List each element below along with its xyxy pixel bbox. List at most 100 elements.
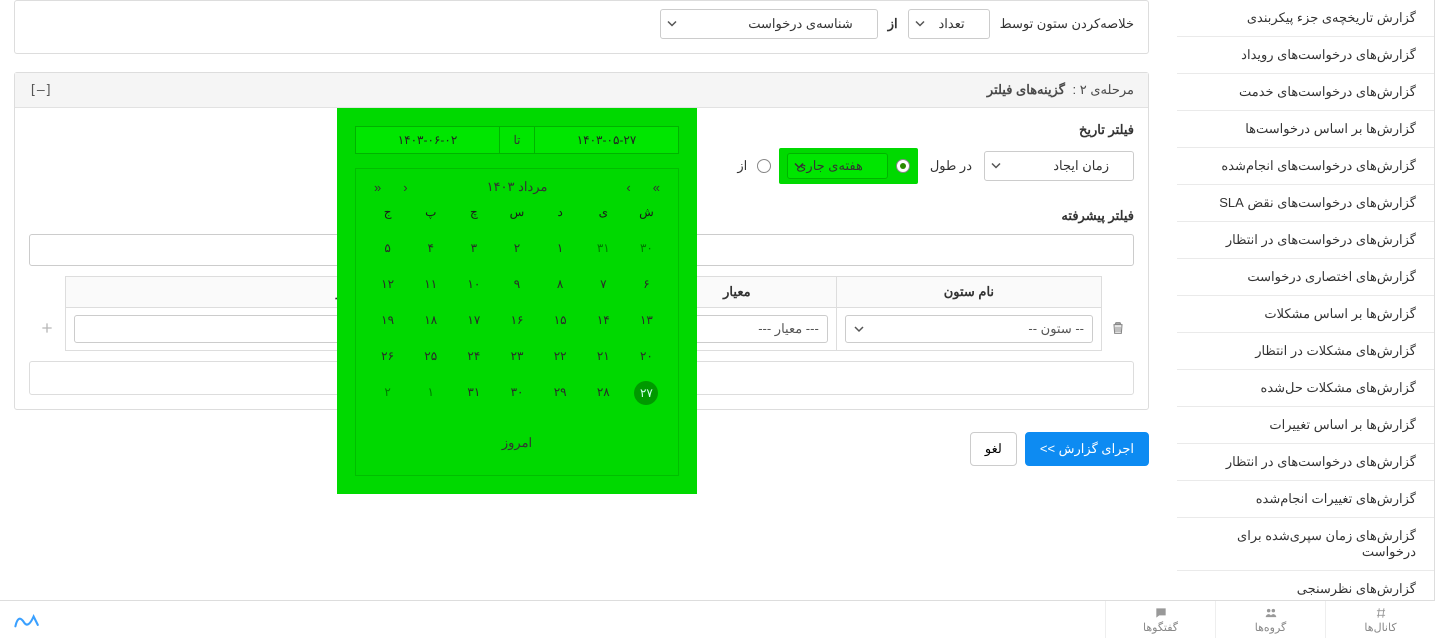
calendar-day[interactable]: ۱۷ <box>452 309 495 331</box>
calendar-day[interactable]: ۱۳ <box>625 309 668 331</box>
calendar-day[interactable]: ۳۱ <box>452 381 495 403</box>
bottom-tab-groups[interactable]: گروه‌ها <box>1215 601 1325 638</box>
calendar-day[interactable]: ۲۰ <box>625 345 668 367</box>
sidebar-item[interactable]: گزارش‌ها بر اساس درخواست‌ها <box>1177 111 1434 148</box>
calendar-day[interactable]: ۱۶ <box>495 309 538 331</box>
radio-during[interactable] <box>896 159 910 173</box>
bottom-bar: کانال‌ها گروه‌ها گفتگوها <box>0 600 1435 638</box>
calendar-day[interactable]: ۷ <box>582 273 625 295</box>
calendar-day[interactable]: ۴ <box>409 237 452 259</box>
range-start[interactable]: ۱۴۰۳-۰۵-۲۷ <box>534 126 679 154</box>
cancel-button[interactable]: لغو <box>970 432 1017 466</box>
calendar-day[interactable]: ۹ <box>495 273 538 295</box>
calendar-dow: پ <box>409 205 452 223</box>
calendar-day[interactable]: ۱۰ <box>452 273 495 295</box>
calendar-day[interactable]: ۱۸ <box>409 309 452 331</box>
calendar-dow: ج <box>366 205 409 223</box>
bottom-tab-channels[interactable]: کانال‌ها <box>1325 601 1435 638</box>
calendar-dow: ی <box>582 205 625 223</box>
today-button[interactable]: امروز <box>356 405 678 465</box>
from-option[interactable]: از <box>733 158 771 174</box>
sidebar-item[interactable]: گزارش‌های درخواست‌های در انتظار <box>1177 222 1434 259</box>
from-label: از <box>733 158 751 174</box>
hash-icon <box>1374 606 1388 620</box>
prev-year-icon[interactable]: « <box>368 180 387 195</box>
summarize-panel: خلاصه‌کردن ستون توسط تعداد از شناسه‌ی در… <box>14 0 1149 54</box>
sidebar-item[interactable]: گزارش تاریخچه‌ی جزء پیکربندی <box>1177 0 1434 37</box>
calendar-day[interactable]: ۶ <box>625 273 668 295</box>
calendar-day[interactable]: ۲ <box>366 381 409 403</box>
chat-icon <box>1154 606 1168 620</box>
calendar-day[interactable]: ۲۵ <box>409 345 452 367</box>
summarize-label: خلاصه‌کردن ستون توسط <box>996 16 1138 32</box>
summarize-count-select[interactable]: تعداد <box>908 9 990 39</box>
calendar-day[interactable]: ۱ <box>539 237 582 259</box>
calendar-dow: چ <box>452 205 495 223</box>
calendar-day[interactable]: ۲۴ <box>452 345 495 367</box>
calendar-day[interactable]: ۲۹ <box>539 381 582 403</box>
sidebar-item[interactable]: گزارش‌ها بر اساس مشکلات <box>1177 296 1434 333</box>
sidebar-item[interactable]: گزارش‌های اختصاری درخواست <box>1177 259 1434 296</box>
summarize-column-select[interactable]: شناسه‌ی درخواست <box>660 9 878 39</box>
calendar-dow: ش <box>625 205 668 223</box>
sidebar-item[interactable]: گزارش‌های درخواست‌های خدمت <box>1177 74 1434 111</box>
summarize-of-label: از <box>884 16 902 32</box>
calendar-day[interactable]: ۱۱ <box>409 273 452 295</box>
next-year-icon[interactable]: » <box>647 180 666 195</box>
date-field-select[interactable]: زمان ایجاد <box>984 151 1134 181</box>
bottom-tab-chats[interactable]: گفتگوها <box>1105 601 1215 638</box>
sidebar-item[interactable]: گزارش‌های درخواست‌های نقض SLA <box>1177 185 1434 222</box>
prev-month-icon[interactable]: ‹ <box>397 180 413 195</box>
calendar-day[interactable]: ۱۹ <box>366 309 409 331</box>
calendar-day[interactable]: ۲۷ <box>634 381 658 405</box>
step2-header: مرحله‌ی ۲ : گزینه‌های فیلتر [–] <box>15 73 1148 108</box>
calendar-day[interactable]: ۱ <box>409 381 452 403</box>
chevron-down-icon <box>667 17 677 32</box>
sidebar-item[interactable]: گزارش‌های مشکلات در انتظار <box>1177 333 1434 370</box>
calendar-dow: س <box>495 205 538 223</box>
calendar-day[interactable]: ۱۲ <box>366 273 409 295</box>
sidebar: گزارش تاریخچه‌ی جزء پیکربندیگزارش‌های در… <box>1177 0 1435 600</box>
calendar-dow: د <box>539 205 582 223</box>
calendar-day[interactable]: ۳۰ <box>495 381 538 403</box>
sidebar-item[interactable]: گزارش‌های درخواست‌های انجام‌شده <box>1177 148 1434 185</box>
calendar-day[interactable]: ۳۰ <box>625 237 668 259</box>
sidebar-item[interactable]: گزارش‌های نظرسنجی <box>1177 571 1434 600</box>
calendar-day[interactable]: ۱۴ <box>582 309 625 331</box>
calendar-day[interactable]: ۲۸ <box>582 381 625 403</box>
calendar-title[interactable]: مرداد ۱۴۰۳ <box>487 179 548 195</box>
brand-logo[interactable] <box>0 601 56 638</box>
sidebar-item[interactable]: گزارش‌های زمان سپری‌شده برای درخواست <box>1177 518 1434 571</box>
column-select[interactable]: -- ستون -- <box>845 315 1093 343</box>
trash-icon[interactable] <box>1110 324 1126 339</box>
users-icon <box>1264 606 1278 620</box>
calendar-day[interactable]: ۲۱ <box>582 345 625 367</box>
radio-from[interactable] <box>757 159 771 173</box>
sidebar-item[interactable]: گزارش‌ها بر اساس تغییرات <box>1177 407 1434 444</box>
calendar-day[interactable]: ۱۵ <box>539 309 582 331</box>
date-picker: ۱۴۰۳-۰۵-۲۷ تا ۱۴۰۳-۰۶-۰۲ » › مرداد ۱۴۰۳ … <box>337 108 697 494</box>
range-end[interactable]: ۱۴۰۳-۰۶-۰۲ <box>355 126 500 154</box>
sidebar-item[interactable]: گزارش‌های تغییرات انجام‌شده <box>1177 481 1434 518</box>
during-label: در طول <box>926 158 976 174</box>
calendar-day[interactable]: ۳۱ <box>582 237 625 259</box>
range-sep: تا <box>500 126 534 154</box>
calendar-day[interactable]: ۲۲ <box>539 345 582 367</box>
run-report-button[interactable]: اجرای گزارش >> <box>1025 432 1149 466</box>
collapse-button[interactable]: [–] <box>29 83 52 98</box>
col-header-name: نام ستون <box>836 277 1101 308</box>
sidebar-item[interactable]: گزارش‌های درخواست‌های در انتظار <box>1177 444 1434 481</box>
calendar-day[interactable]: ۳ <box>452 237 495 259</box>
calendar-day[interactable]: ۲۶ <box>366 345 409 367</box>
sidebar-item[interactable]: گزارش‌های مشکلات حل‌شده <box>1177 370 1434 407</box>
plus-icon[interactable] <box>39 324 55 339</box>
sidebar-item[interactable]: گزارش‌های درخواست‌های رویداد <box>1177 37 1434 74</box>
calendar-day[interactable]: ۵ <box>366 237 409 259</box>
calendar-day[interactable]: ۲ <box>495 237 538 259</box>
calendar-day[interactable]: ۸ <box>539 273 582 295</box>
calendar-day[interactable]: ۲۳ <box>495 345 538 367</box>
during-option[interactable]: هفته‌ی جاری <box>779 148 918 184</box>
chevron-down-icon <box>854 322 864 337</box>
period-select[interactable]: هفته‌ی جاری <box>787 153 888 179</box>
next-month-icon[interactable]: › <box>620 180 636 195</box>
